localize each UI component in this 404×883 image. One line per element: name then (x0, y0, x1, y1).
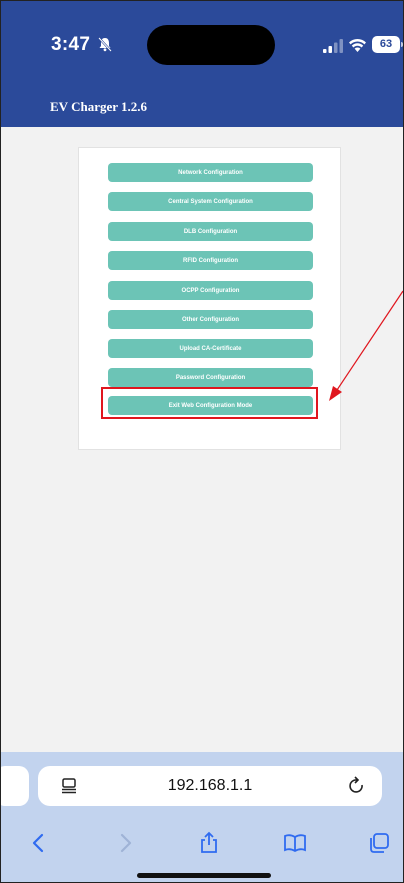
annotation-arrow (329, 290, 403, 401)
network-configuration-button[interactable]: Network Configuration (108, 163, 313, 182)
bell-slash-icon (98, 37, 112, 52)
forward-icon[interactable] (113, 831, 137, 855)
rfid-configuration-button[interactable]: RFID Configuration (108, 251, 313, 270)
status-time: 3:47 (51, 34, 91, 55)
dlb-configuration-button[interactable]: DLB Configuration (108, 222, 313, 241)
upload-ca-certificate-button[interactable]: Upload CA-Certificate (108, 339, 313, 358)
phone-screen: 3:47 63 EV Charger 1.2.6 Network Configu… (0, 0, 404, 883)
central-system-configuration-button[interactable]: Central System Configuration (108, 192, 313, 211)
share-icon[interactable] (197, 831, 221, 855)
previous-tab-stub[interactable] (1, 766, 29, 806)
app-header: 3:47 63 EV Charger 1.2.6 (1, 1, 403, 127)
wifi-icon (349, 38, 366, 52)
tabs-icon[interactable] (367, 831, 391, 855)
battery-icon: 63 (372, 36, 403, 53)
address-bar[interactable]: 192.168.1.1 (38, 766, 382, 806)
back-icon[interactable] (27, 831, 51, 855)
highlight-annotation-box (101, 387, 318, 419)
password-configuration-button[interactable]: Password Configuration (108, 368, 313, 387)
reload-icon[interactable] (348, 776, 366, 796)
page-title: EV Charger 1.2.6 (50, 99, 148, 114)
url-text[interactable]: 192.168.1.1 (38, 777, 382, 795)
signal-icon (323, 39, 343, 53)
home-indicator (137, 873, 271, 878)
bookmarks-icon[interactable] (283, 831, 307, 855)
ocpp-configuration-button[interactable]: OCPP Configuration (108, 281, 313, 300)
other-configuration-button[interactable]: Other Configuration (108, 310, 313, 329)
dynamic-island (147, 25, 275, 65)
browser-toolbar: 192.168.1.1 (1, 752, 403, 882)
